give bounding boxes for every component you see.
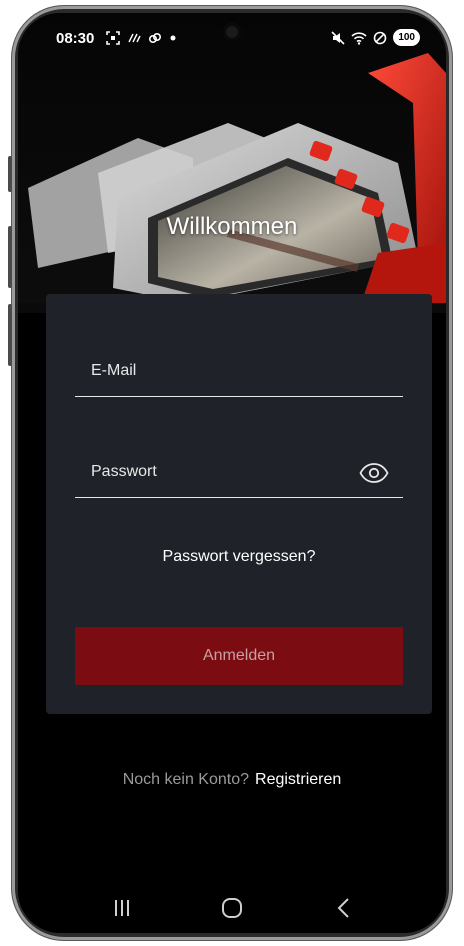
password-field[interactable]: Passwort: [75, 445, 403, 498]
hero-image: Willkommen: [18, 13, 446, 313]
signup-question: Noch kein Konto?: [122, 771, 250, 788]
status-time: 08:30: [56, 30, 95, 47]
welcome-title: Willkommen: [166, 213, 298, 240]
link-icon: [148, 32, 162, 44]
signal-icon: [128, 33, 141, 43]
status-bar: 08:30 100: [18, 27, 446, 55]
screenshot-icon: [106, 31, 120, 45]
login-button[interactable]: Anmelden: [75, 627, 403, 685]
email-label: E-Mail: [91, 362, 137, 379]
volume-button: [8, 156, 12, 192]
eye-icon[interactable]: [359, 461, 389, 485]
back-icon[interactable]: [330, 894, 358, 922]
signup-prompt: Noch kein Konto? Registrieren: [18, 771, 446, 789]
wifi-icon: [351, 31, 367, 45]
recents-icon[interactable]: [108, 894, 136, 922]
game-device-illustration: [18, 13, 446, 313]
battery-indicator: 100: [393, 29, 420, 46]
do-not-disturb-icon: [374, 31, 387, 44]
notification-dot-icon: [170, 35, 176, 41]
app-screen: Willkommen 08:30 100 E-Mail Passwort Pas…: [18, 13, 446, 933]
password-label: Passwort: [91, 463, 157, 480]
system-nav-bar: [18, 888, 446, 928]
power-button: [8, 304, 12, 366]
email-field[interactable]: E-Mail: [75, 344, 403, 397]
forgot-password-link[interactable]: Passwort vergessen?: [46, 548, 432, 566]
login-card: E-Mail Passwort Passwort vergessen? Anme…: [46, 294, 432, 714]
mute-icon: [331, 30, 345, 45]
status-left-icons: [106, 31, 177, 45]
register-link[interactable]: Registrieren: [255, 771, 341, 788]
volume-button: [8, 226, 12, 288]
status-right-icons: 100: [331, 29, 420, 46]
home-icon[interactable]: [218, 894, 246, 922]
